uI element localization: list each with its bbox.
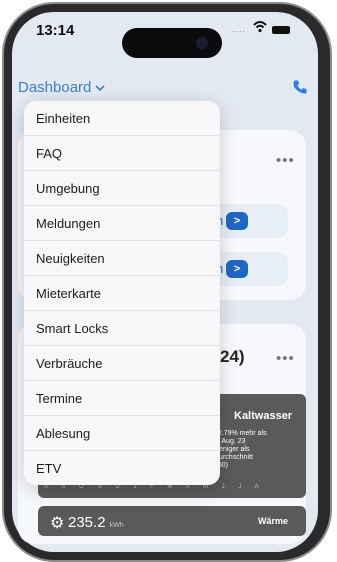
pill-arrow-button[interactable]: > [226,260,248,278]
tile-value: 235.2 kWh [68,514,124,531]
camera-icon [196,37,208,49]
menu-item-verbraeuche[interactable]: Verbräuche [24,346,220,381]
menu-item-umgebung[interactable]: Umgebung [24,171,220,206]
card-year-label: 24) [220,347,245,366]
stat-line: weniger als [214,446,250,453]
value-number: 235.2 [68,514,106,531]
tile-title: Wärme [258,516,289,526]
stat-line: m Aug. 23 [214,438,246,445]
phone-device: 13:14 .... Dashboard ••• n > n > 24) •••… [0,0,337,562]
menu-item-ablesung[interactable]: Ablesung [24,416,220,451]
dynamic-island [122,28,222,58]
phone-icon[interactable] [292,79,308,95]
dashboard-title: Dashboard [18,79,92,96]
menu-item-smart-locks[interactable]: Smart Locks [24,311,220,346]
pill-arrow-button[interactable]: > [226,212,248,230]
menu-item-etv[interactable]: ETV [24,451,220,485]
gear-icon: ⚙ [50,515,65,532]
stat-line: Durchschnitt [214,454,253,461]
stat-line: 550) [214,462,229,469]
dashboard-dropdown-menu: Einheiten FAQ Umgebung Meldungen Neuigke… [24,101,220,485]
menu-item-mieterkarte[interactable]: Mieterkarte [24,276,220,311]
menu-item-neuigkeiten[interactable]: Neuigkeiten [24,241,220,276]
tile-title: Kaltwasser [234,410,293,422]
menu-item-meldungen[interactable]: Meldungen [24,206,220,241]
menu-item-termine[interactable]: Termine [24,381,220,416]
status-time: 13:14 [36,22,75,39]
dashboard-selector[interactable]: Dashboard [18,79,105,96]
value-unit: kWh [109,522,124,529]
battery-icon [272,26,290,34]
menu-item-faq[interactable]: FAQ [24,136,220,171]
tile-stats: 12.79% mehr als m Aug. 23 weniger als Du… [214,430,294,470]
more-options-icon[interactable]: ••• [276,152,295,169]
wifi-icon [253,21,267,33]
signal-icon: .... [232,24,247,34]
chevron-down-icon [95,84,105,91]
stat-line: 12.79% mehr als [214,430,267,437]
more-options-icon[interactable]: ••• [276,350,295,367]
menu-item-einheiten[interactable]: Einheiten [24,101,220,136]
